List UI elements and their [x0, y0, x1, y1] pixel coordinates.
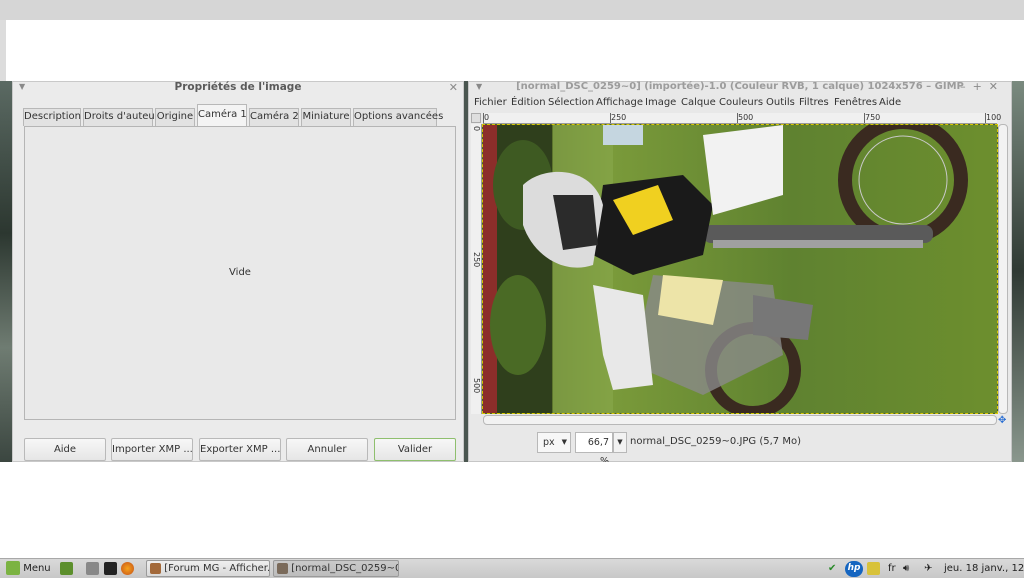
ruler-label: 0: [484, 113, 490, 122]
close-icon[interactable]: ✕: [989, 80, 1005, 93]
tab-description[interactable]: Description: [23, 108, 81, 126]
export-xmp-button[interactable]: Exporter XMP ...: [199, 438, 281, 461]
tab-advanced[interactable]: Options avancées: [353, 108, 443, 126]
file-manager-icon[interactable]: [86, 562, 99, 575]
vertical-scrollbar[interactable]: [998, 124, 1008, 414]
chevron-down-icon: ▼: [561, 438, 567, 446]
navigate-icon[interactable]: ✥: [998, 415, 1006, 426]
menu-image[interactable]: Image: [645, 97, 676, 108]
menu-label: Menu: [23, 563, 51, 574]
tab-origin[interactable]: Origine: [155, 108, 195, 126]
clock[interactable]: jeu. 18 janv., 12:26: [944, 561, 1024, 577]
vertical-ruler[interactable]: 0 250 500: [471, 124, 482, 414]
tab-camera-1[interactable]: Caméra 1: [197, 104, 247, 126]
horizontal-ruler[interactable]: 0 250 500 750 100: [483, 113, 1001, 124]
taskbar-window-label: [normal_DSC_0259~0...: [291, 563, 399, 574]
volume-icon[interactable]: 🔊︎: [903, 561, 909, 577]
close-icon[interactable]: ✕: [449, 81, 458, 94]
gimp-image-window: ▼ [normal_DSC_0259~0] (importée)-1.0 (Co…: [468, 80, 1013, 467]
ruler-label: 0: [472, 126, 481, 132]
menu-windows[interactable]: Fenêtres: [834, 97, 877, 108]
update-check-icon[interactable]: ✔: [828, 561, 836, 577]
taskbar-window-forum[interactable]: [Forum MG - Afficher...: [146, 560, 270, 577]
dialog-title: Propriétés de l'image: [174, 81, 302, 93]
tab-copyright[interactable]: Droits d'auteur: [83, 108, 159, 126]
unit-select[interactable]: px ▼: [537, 432, 571, 453]
keyboard-layout[interactable]: fr: [888, 561, 896, 577]
firefox-icon[interactable]: [121, 562, 134, 575]
printer-icon[interactable]: [867, 562, 880, 575]
image-canvas[interactable]: [482, 124, 998, 414]
ok-button[interactable]: Valider: [374, 438, 456, 461]
desktop-top-strip: [0, 0, 1024, 20]
firefox-icon: [150, 562, 161, 574]
empty-label: Vide: [229, 267, 251, 278]
network-icon[interactable]: ✈︎: [924, 561, 932, 577]
window-controls: –+✕: [960, 80, 1005, 93]
chevron-down-icon[interactable]: ▼: [613, 432, 627, 453]
desktop-wallpaper-left: [0, 81, 12, 462]
cancel-button[interactable]: Annuler: [286, 438, 368, 461]
menu-filters[interactable]: Filtres: [799, 97, 829, 108]
menu-bar: Fichier Édition Sélection Affichage Imag…: [473, 96, 1009, 112]
menu-tools[interactable]: Outils: [766, 97, 795, 108]
menu-view[interactable]: Affichage: [596, 97, 643, 108]
ruler-label: 250: [472, 252, 481, 268]
desktop-wallpaper-right: [1012, 81, 1024, 462]
status-bar: px ▼ 66,7 % ▼ normal_DSC_0259~0.JPG (5,7 …: [469, 431, 1013, 467]
ruler-label: 500: [738, 113, 754, 122]
unit-value: px: [543, 437, 555, 448]
menu-colors[interactable]: Couleurs: [719, 97, 763, 108]
import-xmp-button[interactable]: Importer XMP ...: [111, 438, 193, 461]
menu-edit[interactable]: Édition: [511, 97, 546, 108]
horizontal-scrollbar[interactable]: [483, 415, 997, 425]
hp-icon[interactable]: hp: [845, 561, 863, 577]
blank-area-top: [6, 20, 1024, 81]
gimp-icon: [277, 562, 288, 574]
taskbar-window-label: [Forum MG - Afficher...: [164, 563, 270, 574]
maximize-icon[interactable]: +: [973, 80, 989, 93]
tab-camera-2[interactable]: Caméra 2: [249, 108, 299, 126]
tab-panel: Vide: [24, 126, 456, 420]
show-desktop-icon[interactable]: [60, 562, 73, 575]
window-title: [normal_DSC_0259~0] (importée)-1.0 (Coul…: [516, 81, 964, 92]
motorcycle-photo: [483, 125, 997, 413]
terminal-icon[interactable]: [104, 562, 117, 575]
minimize-icon[interactable]: –: [960, 80, 973, 93]
ruler-label: 500: [472, 378, 481, 394]
menu-file[interactable]: Fichier: [474, 97, 507, 108]
menu-select[interactable]: Sélection: [548, 97, 594, 108]
image-properties-dialog: ▼ Propriétés de l'image ✕ Description Dr…: [12, 81, 464, 462]
taskbar: Menu [Forum MG - Afficher... [normal_DSC…: [0, 558, 1024, 578]
help-button[interactable]: Aide: [24, 438, 106, 461]
quick-mask-toggle[interactable]: [471, 113, 481, 123]
zoom-input[interactable]: 66,7 %: [575, 432, 613, 467]
status-text: normal_DSC_0259~0.JPG (5,7 Mo): [630, 436, 801, 447]
menu-help[interactable]: Aide: [879, 97, 901, 108]
ruler-label: 250: [611, 113, 627, 122]
menu-layer[interactable]: Calque: [681, 97, 716, 108]
ruler-label: 750: [865, 113, 881, 122]
taskbar-window-gimp[interactable]: [normal_DSC_0259~0...: [273, 560, 399, 577]
blank-area-bottom: [0, 462, 1024, 558]
tab-thumbnail[interactable]: Miniature: [301, 108, 351, 126]
mint-logo-icon: [6, 561, 20, 575]
ruler-label: 100: [986, 113, 1002, 122]
start-menu-button[interactable]: Menu: [6, 561, 51, 577]
